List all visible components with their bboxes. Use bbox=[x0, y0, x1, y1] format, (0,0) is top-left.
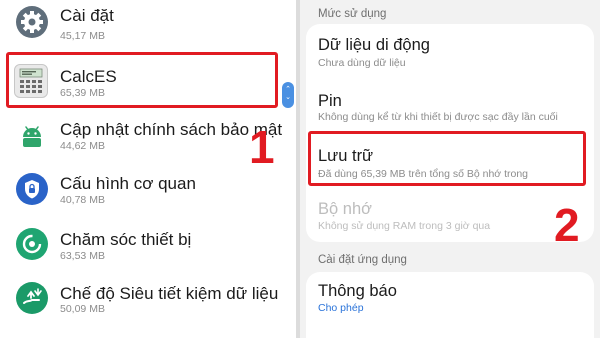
settings-gear-icon bbox=[16, 6, 48, 38]
app-item-settings[interactable]: Cài đặt 45,17 MB bbox=[0, 0, 296, 50]
item-title: Thông báo bbox=[318, 282, 397, 300]
item-title: Pin bbox=[318, 92, 342, 110]
app-size: 63,53 MB bbox=[60, 250, 105, 262]
app-name: Chăm sóc thiết bị bbox=[60, 230, 192, 249]
device-care-icon bbox=[16, 228, 48, 260]
app-size: 40,78 MB bbox=[60, 194, 105, 206]
highlight-box-calces bbox=[6, 52, 278, 108]
chevron-down-icon: ⌄ bbox=[285, 94, 291, 101]
app-size: 45,17 MB bbox=[60, 30, 105, 42]
highlight-box-storage bbox=[308, 131, 586, 186]
app-name: Chế độ Siêu tiết kiệm dữ liệu bbox=[60, 284, 279, 303]
app-size: 44,62 MB bbox=[60, 140, 105, 152]
item-subtitle: Không sử dụng RAM trong 3 giờ qua bbox=[318, 220, 491, 232]
item-subtitle: Không dùng kể từ khi thiết bị được sạc đ… bbox=[318, 111, 558, 123]
mobile-data-item[interactable]: Dữ liệu di động Chưa dùng dữ liệu bbox=[306, 24, 594, 76]
item-subtitle: Chưa dùng dữ liệu bbox=[318, 57, 406, 69]
memory-item: Bộ nhớ Không sử dụng RAM trong 3 giờ qua bbox=[306, 190, 594, 242]
item-title: Dữ liệu di động bbox=[318, 36, 430, 54]
android-icon bbox=[16, 119, 48, 151]
section-title-app-settings: Cài đặt ứng dụng bbox=[318, 254, 407, 266]
data-saver-icon bbox=[16, 282, 48, 314]
item-subtitle: Cho phép bbox=[318, 302, 364, 314]
step-number-2: 2 bbox=[554, 199, 580, 251]
scrollbar-handle[interactable]: ⌃ ⌄ bbox=[282, 82, 294, 108]
shield-icon bbox=[16, 173, 48, 205]
app-size: 50,09 MB bbox=[60, 303, 105, 315]
app-name: Cài đặt bbox=[60, 6, 114, 25]
app-item-data-saver[interactable]: Chế độ Siêu tiết kiệm dữ liệu 50,09 MB bbox=[0, 272, 296, 328]
item-title: Bộ nhớ bbox=[318, 200, 372, 218]
app-name: Cấu hình cơ quan bbox=[60, 174, 196, 193]
app-item-device-care[interactable]: Chăm sóc thiết bị 63,53 MB bbox=[0, 218, 296, 274]
app-settings-card: Thông báo Cho phép bbox=[306, 272, 594, 338]
step-number-1: 1 bbox=[249, 121, 275, 173]
notifications-item[interactable]: Thông báo Cho phép bbox=[306, 272, 594, 324]
app-info-panel: Mức sử dụng Dữ liệu di động Chưa dùng dữ… bbox=[300, 0, 600, 338]
battery-item[interactable]: Pin Không dùng kể từ khi thiết bị được s… bbox=[306, 80, 594, 132]
chevron-up-icon: ⌃ bbox=[285, 86, 291, 93]
section-title-usage: Mức sử dụng bbox=[318, 8, 387, 20]
app-list-panel: Cài đặt 45,17 MB CalcES 65,39 MB Cập nhậ… bbox=[0, 0, 296, 338]
